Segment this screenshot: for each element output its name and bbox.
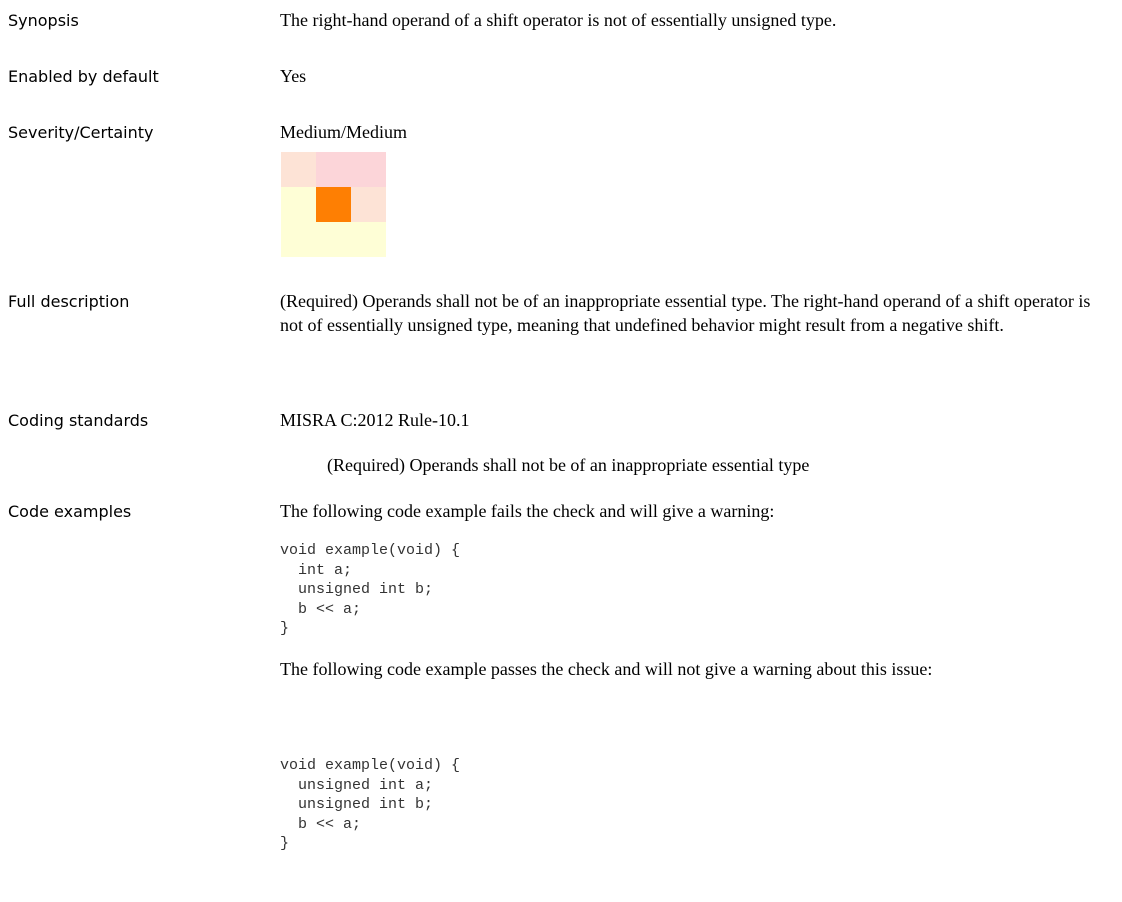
synopsis-text: The right-hand operand of a shift operat… (280, 10, 837, 30)
grid-cell-highlighted (316, 187, 351, 222)
synopsis-label: Synopsis (8, 11, 79, 30)
severity-label: Severity/Certainty (8, 123, 154, 142)
fail-code-block: void example(void) { int a; unsigned int… (280, 542, 461, 637)
grid-cell (316, 152, 351, 187)
grid-cell (281, 222, 316, 257)
coding-standard-detail: (Required) Operands shall not be of an i… (327, 455, 810, 475)
grid-cell (316, 222, 351, 257)
grid-cell (351, 222, 386, 257)
coding-standards-label: Coding standards (8, 411, 149, 430)
pass-example-intro: The following code example passes the ch… (280, 659, 933, 679)
code-examples-label: Code examples (8, 502, 132, 521)
grid-cell (351, 152, 386, 187)
coding-standard-rule: MISRA C:2012 Rule-10.1 (280, 410, 470, 430)
severity-value: Medium/Medium (280, 122, 407, 142)
grid-cell (281, 152, 316, 187)
grid-cell (351, 187, 386, 222)
pass-code-block: void example(void) { unsigned int a; uns… (280, 757, 461, 852)
enabled-value: Yes (280, 66, 307, 86)
grid-cell (281, 187, 316, 222)
severity-certainty-grid (281, 152, 386, 257)
full-description-text: (Required) Operands shall not be of an i… (280, 291, 1091, 335)
fail-example-intro: The following code example fails the che… (280, 501, 775, 521)
enabled-label: Enabled by default (8, 67, 159, 86)
full-description-label: Full description (8, 292, 130, 311)
